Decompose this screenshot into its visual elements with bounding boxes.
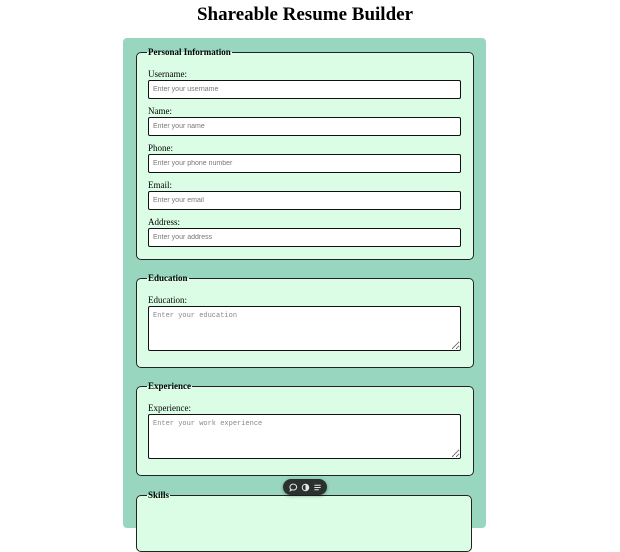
education-label: Education: xyxy=(148,295,187,305)
skills-legend: Skills xyxy=(148,490,170,500)
username-label: Username: xyxy=(148,69,187,79)
experience-label: Experience: xyxy=(148,403,191,413)
address-input[interactable] xyxy=(148,228,461,247)
resume-form: Personal Information Username: Name: Pho… xyxy=(123,38,486,552)
address-label: Address: xyxy=(148,217,180,227)
email-label: Email: xyxy=(148,180,172,190)
email-input[interactable] xyxy=(148,191,461,210)
education-textarea[interactable] xyxy=(148,306,461,351)
phone-input[interactable] xyxy=(148,154,461,173)
personal-info-section: Personal Information Username: Name: Pho… xyxy=(136,47,474,260)
experience-section: Experience Experience: xyxy=(136,381,474,476)
personal-info-legend: Personal Information xyxy=(148,47,231,57)
skills-section: Skills xyxy=(136,490,472,552)
experience-legend: Experience xyxy=(148,381,191,391)
name-input[interactable] xyxy=(148,117,461,136)
menu-icon[interactable] xyxy=(313,483,322,492)
education-legend: Education xyxy=(148,273,188,283)
page-title: Shareable Resume Builder xyxy=(196,4,414,25)
experience-textarea[interactable] xyxy=(148,414,461,459)
username-input[interactable] xyxy=(148,80,461,99)
name-label: Name: xyxy=(148,106,172,116)
phone-label: Phone: xyxy=(148,143,174,153)
contrast-icon[interactable] xyxy=(301,483,310,492)
comment-icon[interactable] xyxy=(288,483,298,492)
floating-toolbar xyxy=(283,479,327,495)
education-section: Education Education: xyxy=(136,273,474,368)
